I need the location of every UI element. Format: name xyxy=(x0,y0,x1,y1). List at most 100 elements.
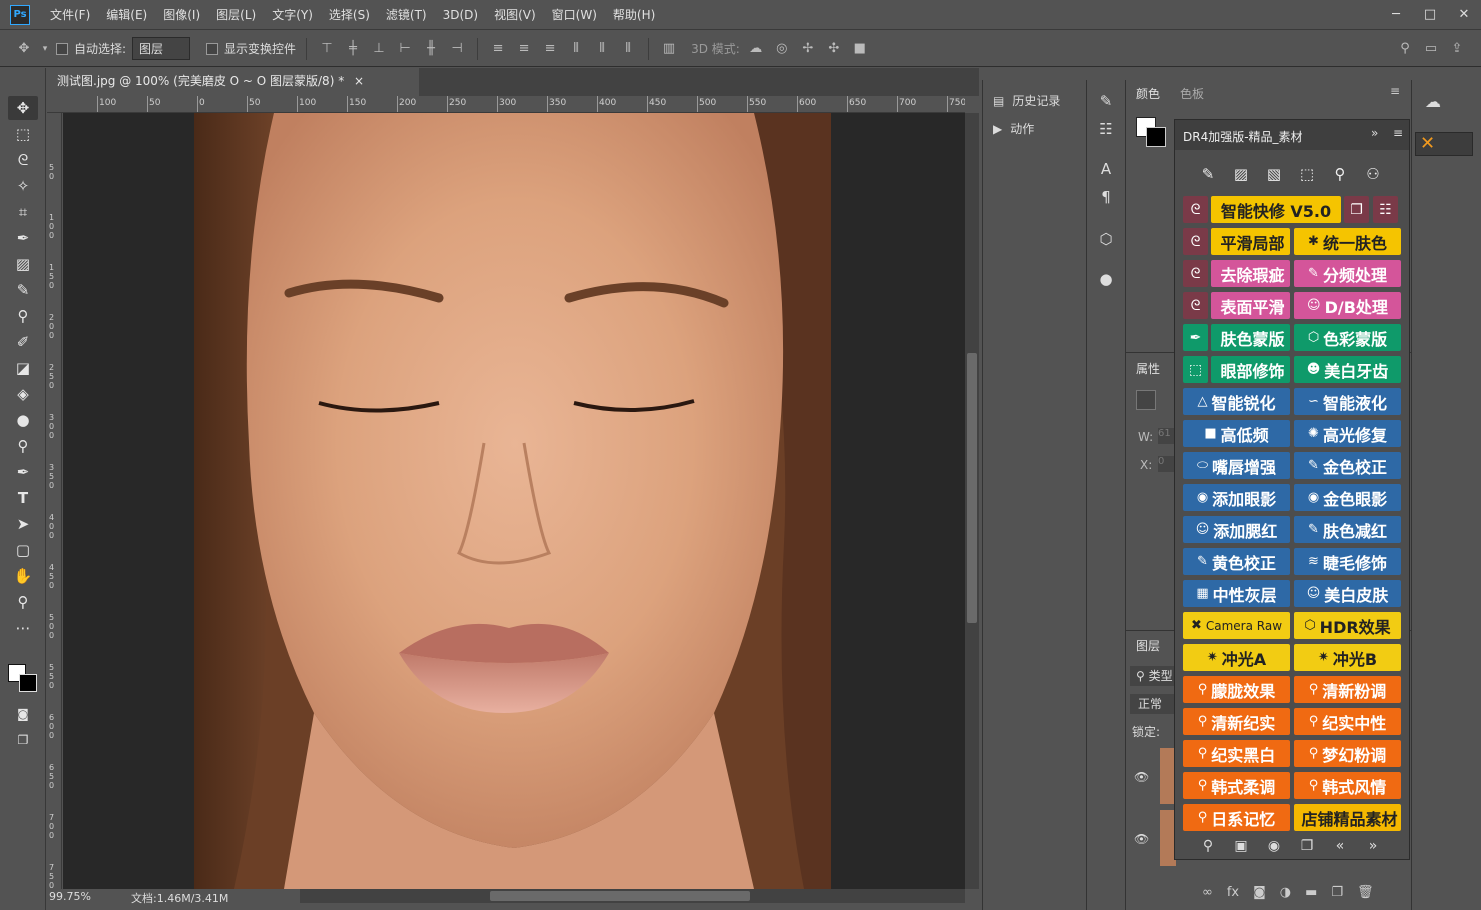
3d-scale-icon[interactable]: ■ xyxy=(850,40,870,58)
vertical-scroll-thumb[interactable] xyxy=(967,353,977,623)
align-bottom-icon[interactable]: ⊥ xyxy=(369,40,389,58)
menu-item[interactable]: 窗口(W) xyxy=(544,0,605,30)
adjustment-layer-icon[interactable]: ◑ xyxy=(1280,885,1291,900)
dr4-button[interactable]: 去除瑕疵 xyxy=(1211,260,1290,287)
row-square-button[interactable]: ᘓ xyxy=(1183,260,1208,287)
dr4-button[interactable]: ⚲ 韩式柔调 xyxy=(1183,772,1290,799)
dr4-button[interactable]: ⬡ HDR效果 xyxy=(1294,612,1401,639)
eye-icon[interactable]: 👁 xyxy=(1134,832,1149,846)
layer-select[interactable]: 图层 xyxy=(132,37,191,60)
align-top-icon[interactable]: ⊤ xyxy=(317,40,337,58)
screen-mode-icon[interactable]: ❐ xyxy=(8,728,38,752)
distribute-left-icon[interactable]: ⦀ xyxy=(566,40,586,58)
pen-tool-icon[interactable]: ✒ xyxy=(8,460,38,484)
row-square-button[interactable]: ᘓ xyxy=(1183,292,1208,319)
align-hcenter-icon[interactable]: ╫ xyxy=(421,40,441,58)
3d-icon[interactable]: ⬡ xyxy=(1096,230,1116,250)
history-item[interactable]: ▤ 历史记录 xyxy=(993,92,1060,109)
paint-bucket-tool-icon[interactable]: ◈ xyxy=(8,382,38,406)
plugin-icon[interactable]: ✕ xyxy=(1415,132,1473,156)
dr4-button[interactable]: ✎ 分频处理 xyxy=(1294,260,1401,287)
dr4-button[interactable]: ☻ 美白牙齿 xyxy=(1294,356,1401,383)
blend-mode-select[interactable]: 正常 xyxy=(1130,694,1174,714)
distribute-vcenter-icon[interactable]: ≡ xyxy=(514,40,534,58)
eraser-tool-icon[interactable]: ◪ xyxy=(8,356,38,380)
marquee-tool-icon[interactable]: ⬚ xyxy=(8,122,38,146)
menu-item[interactable]: 视图(V) xyxy=(486,0,544,30)
3d-slide-icon[interactable]: ✣ xyxy=(824,40,844,58)
collapse-icon[interactable]: » xyxy=(1371,126,1378,140)
dr4-button[interactable]: ⚲ 梦幻粉调 xyxy=(1294,740,1401,767)
close-button[interactable]: ✕ xyxy=(1447,7,1481,22)
lasso-tool-icon[interactable]: ᘓ xyxy=(8,148,38,172)
dr4-button[interactable]: ✎ 肤色减红 xyxy=(1294,516,1401,543)
dr4-button[interactable]: ✎ 黄色校正 xyxy=(1183,548,1290,575)
dr4-footer-icon[interactable]: ⚲ xyxy=(1197,838,1219,856)
workspace-icon[interactable]: ▭ xyxy=(1421,40,1441,58)
dr4-button[interactable]: ⚲ 纪实黑白 xyxy=(1183,740,1290,767)
menu-item[interactable]: 文件(F) xyxy=(42,0,98,30)
smart-quick-fix-button[interactable]: 智能快修 V5.0 xyxy=(1211,196,1341,223)
dr4-footer-icon[interactable]: ❐ xyxy=(1296,838,1318,856)
person-icon[interactable]: ⚇ xyxy=(1362,165,1384,185)
move-tool-icon[interactable]: ✥ xyxy=(14,40,34,58)
menu-item[interactable]: 3D(D) xyxy=(435,0,486,30)
layer-filter-kind[interactable]: ⚲ 类型 xyxy=(1130,666,1174,686)
show-transform-checkbox[interactable] xyxy=(206,42,219,55)
horizontal-scroll-thumb[interactable] xyxy=(490,891,750,901)
path-selection-tool-icon[interactable]: ➤ xyxy=(8,512,38,536)
shape-tool-icon[interactable]: ▢ xyxy=(8,538,38,562)
dr4-button[interactable]: ✱ 统一肤色 xyxy=(1294,228,1401,255)
type-tool-icon[interactable]: T xyxy=(8,486,38,510)
menu-item[interactable]: 文字(Y) xyxy=(264,0,321,30)
brush-tool-icon[interactable]: ✎ xyxy=(8,278,38,302)
lasso-square-button[interactable]: ᘓ xyxy=(1183,196,1208,223)
dr4-button[interactable]: ✺ 高光修复 xyxy=(1294,420,1401,447)
select-icon[interactable]: ⬚ xyxy=(1296,165,1318,185)
tab-layers[interactable]: 图层 xyxy=(1136,637,1160,654)
bandage-icon[interactable]: ▨ xyxy=(1230,165,1252,185)
panel-menu-icon[interactable]: ≡ xyxy=(1393,126,1403,140)
distribute-hcenter-icon[interactable]: ⦀ xyxy=(592,40,612,58)
move-tool-icon[interactable]: ✥ xyxy=(8,96,38,120)
dr4-button[interactable]: ☺ D/B处理 xyxy=(1294,292,1401,319)
dr4-footer-icon[interactable]: ▣ xyxy=(1230,838,1252,856)
dr4-button[interactable]: ⚲ 纪实中性 xyxy=(1294,708,1401,735)
hand-tool-icon[interactable]: ✋ xyxy=(8,564,38,588)
auto-select-checkbox[interactable] xyxy=(56,42,68,55)
menu-item[interactable]: 滤镜(T) xyxy=(378,0,435,30)
trash-icon[interactable]: 🗑 xyxy=(1357,885,1374,900)
dr4-button[interactable]: ▦ 中性灰层 xyxy=(1183,580,1290,607)
dr4-footer-icon[interactable]: « xyxy=(1329,838,1351,856)
row-square-button[interactable]: ᘓ xyxy=(1183,228,1208,255)
3d-roll-icon[interactable]: ◎ xyxy=(772,40,792,58)
group-icon[interactable]: ▬ xyxy=(1305,885,1317,900)
dr4-button[interactable]: 店铺精品素材 xyxy=(1294,804,1401,831)
character-icon[interactable]: A xyxy=(1096,160,1116,180)
new-layer-icon[interactable]: ❐ xyxy=(1331,885,1343,900)
link-icon[interactable]: ∞ xyxy=(1202,885,1213,900)
dr4-button[interactable]: ■ 高低频 xyxy=(1183,420,1290,447)
menu-item[interactable]: 帮助(H) xyxy=(605,0,663,30)
background-color-swatch[interactable] xyxy=(19,674,37,692)
chevron-down-icon[interactable]: ▾ xyxy=(40,40,50,58)
crop-tool-icon[interactable]: ⌗ xyxy=(8,200,38,224)
fx-icon[interactable]: fx xyxy=(1227,885,1239,900)
healing-brush-tool-icon[interactable]: ▨ xyxy=(8,252,38,276)
magic-wand-tool-icon[interactable]: ✧ xyxy=(8,174,38,198)
eyedropper-tool-icon[interactable]: ✒ xyxy=(8,226,38,250)
x-field[interactable]: 0 xyxy=(1158,456,1174,472)
menu-item[interactable]: 选择(S) xyxy=(321,0,378,30)
dr4-button[interactable]: ◉ 添加眼影 xyxy=(1183,484,1290,511)
dr4-button[interactable]: ∽ 智能液化 xyxy=(1294,388,1401,415)
dodge-tool-icon[interactable]: ⚲ xyxy=(8,434,38,458)
dr4-button[interactable]: ☺ 美白皮肤 xyxy=(1294,580,1401,607)
menu-item[interactable]: 图像(I) xyxy=(155,0,208,30)
dr4-footer-icon[interactable]: » xyxy=(1362,838,1384,856)
adjustments-icon[interactable]: ☷ xyxy=(1096,120,1116,140)
dr4-button[interactable]: ✖ Camera Raw xyxy=(1183,612,1290,639)
blur-tool-icon[interactable]: ● xyxy=(8,408,38,432)
share-icon[interactable]: ⇪ xyxy=(1447,40,1467,58)
tab-swatches[interactable]: 色板 xyxy=(1180,85,1204,102)
close-tab-icon[interactable]: × xyxy=(354,74,364,88)
